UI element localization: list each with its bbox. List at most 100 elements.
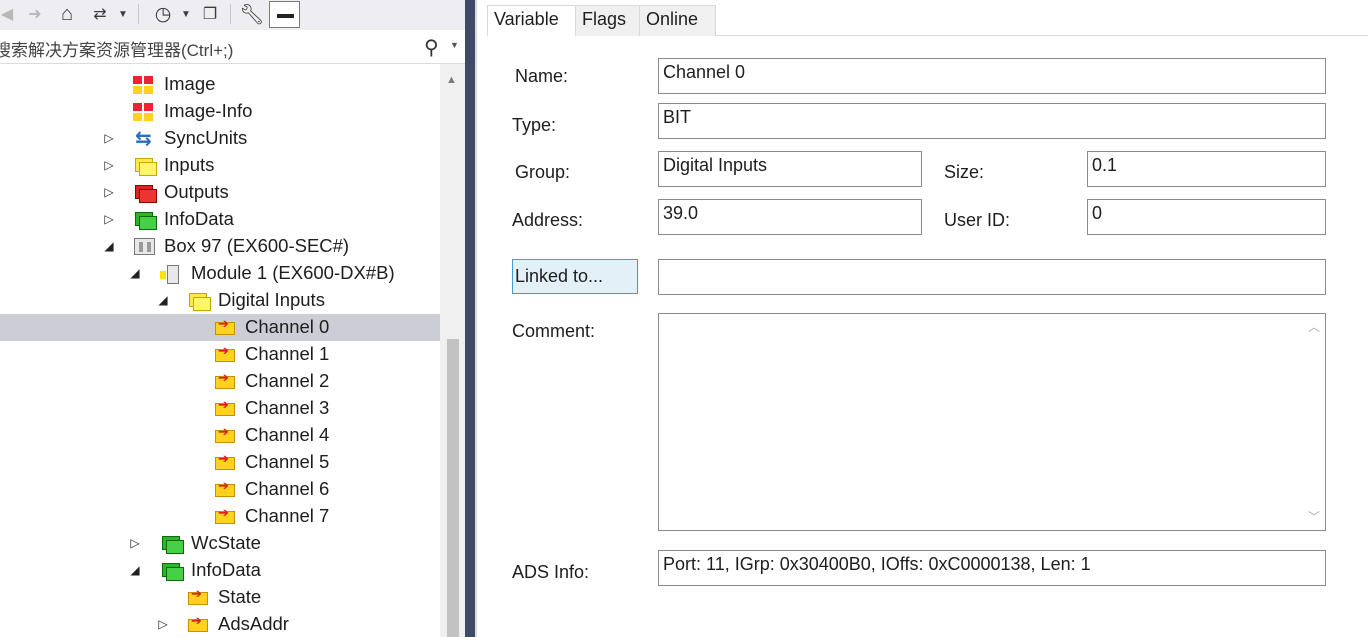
syncunits-icon: ⇆ — [135, 128, 152, 150]
tree-item-adsaddr[interactable]: ▷ AdsAddr — [0, 611, 440, 637]
forward-arrow-icon[interactable]: ➜ — [24, 2, 46, 26]
tree-item-infodata-2[interactable]: ◢ InfoData — [0, 557, 440, 584]
image-icon — [133, 76, 155, 94]
scrollbar-thumb[interactable] — [447, 339, 459, 637]
chevron-down-icon[interactable]: ▼ — [450, 40, 459, 50]
tree-item-infodata[interactable]: ▷ InfoData — [0, 206, 440, 233]
back-arrow-icon[interactable]: ◀ — [0, 2, 14, 26]
expand-arrow-icon[interactable]: ▷ — [157, 611, 169, 637]
wrench-icon[interactable]: 🔧︎ — [238, 2, 266, 26]
tree-item-image[interactable]: Image — [0, 71, 440, 98]
size-label: Size: — [944, 162, 985, 182]
variable-icon — [214, 451, 236, 472]
tree-item-box-97[interactable]: ◢ Box 97 (EX600-SEC#) — [0, 233, 440, 260]
tree-item-digital-inputs[interactable]: ◢ Digital Inputs — [0, 287, 440, 314]
tree-item-label: Inputs — [164, 154, 215, 175]
linked-to-field[interactable] — [658, 259, 1326, 295]
search-icon[interactable]: ⚲ — [424, 35, 439, 60]
expand-arrow-icon[interactable]: ▷ — [103, 125, 115, 152]
group-label: Group: — [515, 162, 571, 182]
chevron-down-icon[interactable]: ▼ — [180, 2, 192, 26]
pin-icon[interactable] — [269, 1, 300, 28]
collapse-all-icon[interactable]: ❐ — [198, 2, 222, 26]
variable-icon — [214, 424, 236, 445]
user-id-field[interactable]: 0 — [1087, 199, 1326, 235]
expand-arrow-icon[interactable]: ▷ — [103, 179, 115, 206]
search-input[interactable]: 搜索解决方案资源管理器(Ctrl+;) — [0, 36, 233, 61]
scroll-up-chevron-icon[interactable]: ︿ — [1308, 318, 1320, 335]
outputs-icon — [133, 184, 157, 203]
name-label: Name: — [515, 66, 569, 86]
collapse-arrow-icon[interactable]: ◢ — [103, 233, 115, 260]
expand-arrow-icon[interactable]: ▷ — [129, 530, 141, 557]
search-bar[interactable]: 搜索解决方案资源管理器(Ctrl+;) ⚲ ▼ — [0, 31, 465, 64]
tree-item-channel-5[interactable]: Channel 5 — [0, 449, 440, 476]
user-id-label: User ID: — [944, 210, 1011, 230]
tree-item-label: Channel 3 — [245, 397, 330, 418]
collapse-arrow-icon[interactable]: ◢ — [129, 557, 141, 584]
tree-item-label: Outputs — [164, 181, 229, 202]
linked-to-button[interactable]: Linked to... — [512, 259, 638, 294]
collapse-arrow-icon[interactable]: ◢ — [129, 260, 141, 287]
tab-variable[interactable]: Variable — [487, 5, 576, 36]
tree-item-image-info[interactable]: Image-Info — [0, 98, 440, 125]
tree-item-channel-1[interactable]: Channel 1 — [0, 341, 440, 368]
history-icon[interactable]: ◷ — [150, 2, 176, 26]
tree-item-label: InfoData — [164, 208, 234, 229]
tree-item-channel-3[interactable]: Channel 3 — [0, 395, 440, 422]
ads-info-label: ADS Info: — [512, 562, 590, 582]
tree-scrollbar[interactable]: ▲ — [440, 64, 465, 637]
scroll-up-arrow-icon[interactable]: ▲ — [446, 74, 457, 86]
name-field[interactable]: Channel 0 — [658, 58, 1326, 94]
solution-tree: Image Image-Info ▷ ⇆ SyncUnits ▷ Inputs … — [0, 71, 440, 637]
tree-item-channel-2[interactable]: Channel 2 — [0, 368, 440, 395]
tab-flags[interactable]: Flags — [575, 5, 640, 36]
tree-item-channel-6[interactable]: Channel 6 — [0, 476, 440, 503]
expand-arrow-icon[interactable]: ▷ — [103, 206, 115, 233]
tree-item-wcstate[interactable]: ▷ WcState — [0, 530, 440, 557]
variable-icon — [214, 505, 236, 526]
comment-scrollbar[interactable]: ︿ ﹀ — [1303, 314, 1325, 530]
address-label: Address: — [512, 210, 584, 230]
tree-item-label: SyncUnits — [164, 127, 248, 148]
tree-item-syncunits[interactable]: ▷ ⇆ SyncUnits — [0, 125, 440, 152]
tree-item-label: Channel 4 — [245, 424, 330, 445]
comment-textarea[interactable]: ︿ ﹀ — [658, 313, 1326, 531]
tree-item-label: Channel 0 — [245, 316, 330, 337]
tree-item-channel-7[interactable]: Channel 7 — [0, 503, 440, 530]
tree-item-label: Image — [164, 73, 216, 94]
collapse-arrow-icon[interactable]: ◢ — [157, 287, 169, 314]
wcstate-icon — [160, 535, 184, 554]
image-info-icon — [133, 103, 155, 121]
tree-item-label: AdsAddr — [218, 613, 289, 634]
variable-icon — [214, 478, 236, 499]
tree-item-label: InfoData — [191, 559, 261, 580]
address-field[interactable]: 39.0 — [658, 199, 922, 235]
tree-item-label: Channel 7 — [245, 505, 330, 526]
tree-item-label: Channel 6 — [245, 478, 330, 499]
tree-item-outputs[interactable]: ▷ Outputs — [0, 179, 440, 206]
ads-info-field[interactable]: Port: 11, IGrp: 0x30400B0, IOffs: 0xC000… — [658, 550, 1326, 586]
tree-item-channel-4[interactable]: Channel 4 — [0, 422, 440, 449]
tree-item-channel-0[interactable]: Channel 0 — [0, 314, 440, 341]
solution-explorer: ◀ ➜ ⌂ ⇄ ▼ ◷ ▼ ❐ 🔧︎ 搜索解决方案资源管理器(Ctrl+;) ⚲… — [0, 0, 465, 637]
tree-item-label: Module 1 (EX600-DX#B) — [191, 262, 395, 283]
pane-splitter[interactable] — [465, 0, 477, 637]
scroll-down-chevron-icon[interactable]: ﹀ — [1308, 508, 1320, 525]
tree-item-inputs[interactable]: ▷ Inputs — [0, 152, 440, 179]
home-icon[interactable]: ⌂ — [54, 2, 80, 26]
group-field[interactable]: Digital Inputs — [658, 151, 922, 187]
size-field[interactable]: 0.1 — [1087, 151, 1326, 187]
sync-view-icon[interactable]: ⇄ — [88, 2, 112, 26]
tab-online[interactable]: Online — [639, 5, 716, 36]
tree-item-label: Channel 5 — [245, 451, 330, 472]
tree-item-label: Digital Inputs — [218, 289, 325, 310]
variable-icon — [214, 316, 236, 337]
module-icon — [160, 265, 182, 284]
type-field[interactable]: BIT — [658, 103, 1326, 139]
tree-item-label: Box 97 (EX600-SEC#) — [164, 235, 350, 256]
tree-item-module-1[interactable]: ◢ Module 1 (EX600-DX#B) — [0, 260, 440, 287]
chevron-down-icon[interactable]: ▼ — [116, 2, 130, 26]
tree-item-state[interactable]: State — [0, 584, 440, 611]
expand-arrow-icon[interactable]: ▷ — [103, 152, 115, 179]
